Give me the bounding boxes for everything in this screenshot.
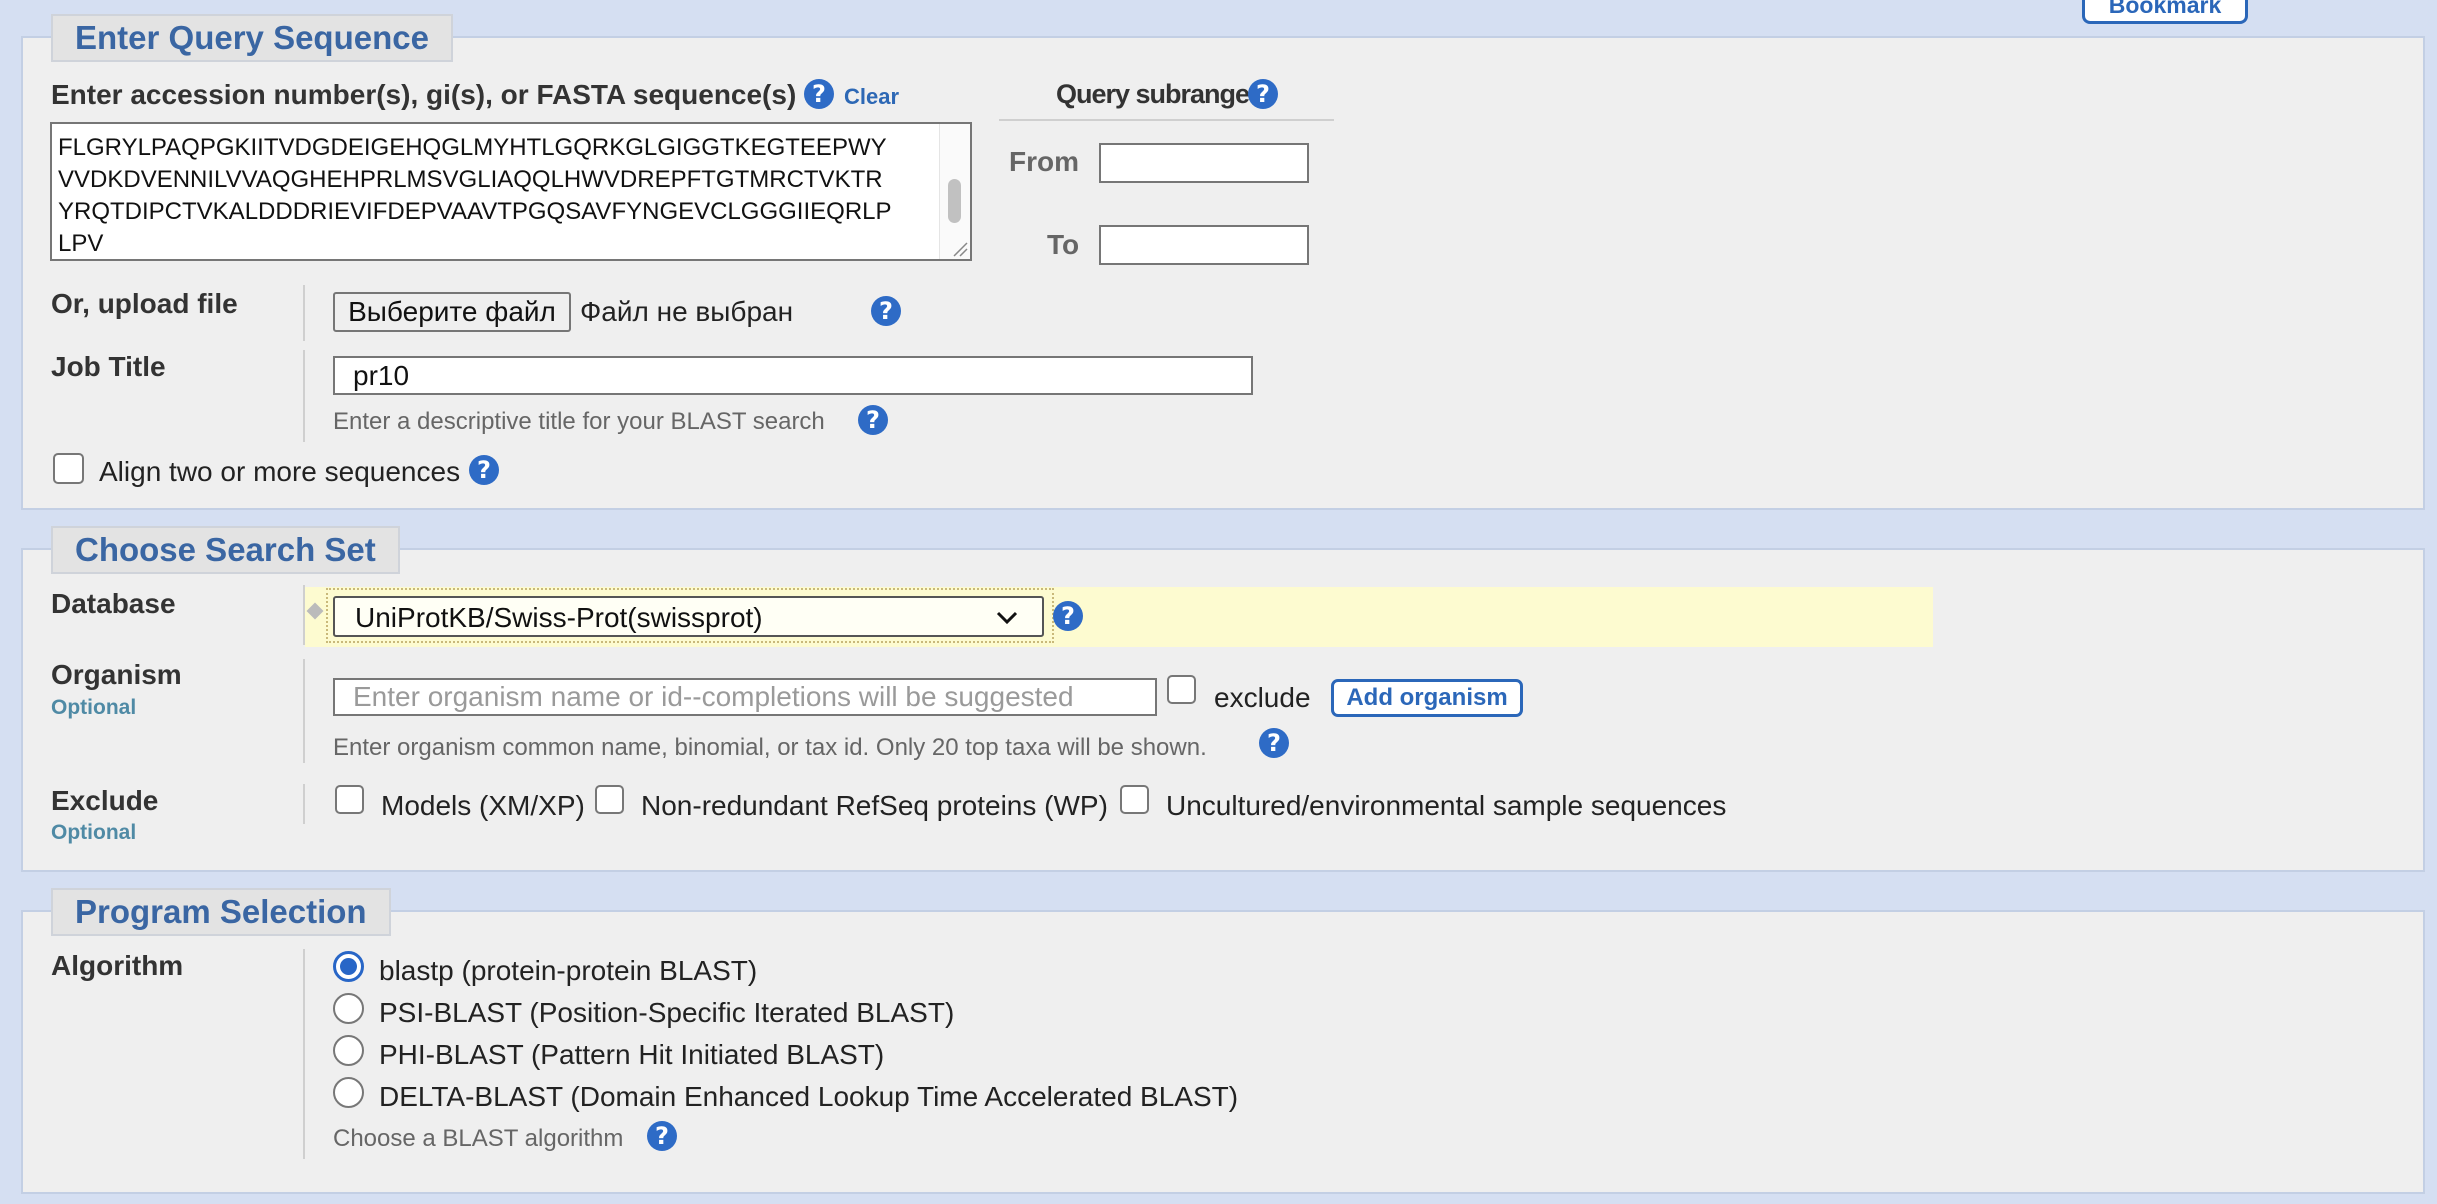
- organism-divider: [303, 659, 305, 763]
- organism-label: Organism: [51, 659, 182, 690]
- exclude-models-label: Models (XM/XP): [381, 790, 585, 821]
- database-label: Database: [51, 588, 176, 619]
- align-label: Align two or more sequences: [99, 456, 461, 487]
- from-label: From: [1009, 146, 1079, 177]
- subrange-divider: [999, 119, 1334, 121]
- blastp-radio[interactable]: [333, 951, 364, 982]
- job-title-hint: Enter a descriptive title for your BLAST…: [333, 408, 825, 435]
- exclude-uncultured-label: Uncultured/environmental sample sequence…: [1166, 790, 1727, 821]
- search-set-legend: Choose Search Set: [51, 526, 400, 574]
- from-input[interactable]: [1099, 143, 1309, 183]
- resize-handle-icon[interactable]: [952, 241, 968, 257]
- choose-file-button[interactable]: Выберите файл: [333, 292, 571, 332]
- job-title-help-icon[interactable]: ?: [858, 405, 888, 435]
- clear-link[interactable]: Clear: [844, 84, 899, 110]
- delta-blast-radio[interactable]: [333, 1077, 364, 1108]
- file-status: Файл не выбран: [580, 296, 794, 327]
- algorithm-help-icon[interactable]: ?: [647, 1121, 677, 1151]
- upload-help-icon[interactable]: ?: [871, 296, 901, 326]
- subrange-title: Query subrange: [1056, 79, 1250, 109]
- sequence-line: VVDKDVENNILVVAQGHEHPRLMSVGLIAQQLHWVDREPF…: [58, 166, 883, 193]
- exclude-refseq-checkbox[interactable]: [595, 785, 624, 814]
- upload-divider: [303, 285, 305, 341]
- delta-blast-label: DELTA-BLAST (Domain Enhanced Lookup Time…: [379, 1081, 1239, 1112]
- job-title-divider: [303, 350, 305, 442]
- phi-blast-label: PHI-BLAST (Pattern Hit Initiated BLAST): [379, 1039, 885, 1070]
- phi-blast-radio[interactable]: [333, 1035, 364, 1066]
- align-checkbox[interactable]: [53, 453, 84, 484]
- algorithm-hint: Choose a BLAST algorithm: [333, 1125, 624, 1152]
- subrange-help-icon[interactable]: ?: [1248, 79, 1278, 109]
- query-legend: Enter Query Sequence: [51, 14, 453, 62]
- organism-help-icon[interactable]: ?: [1259, 728, 1289, 758]
- sequence-textarea[interactable]: FLGRYLPAQPGKIITVDGDEIGEHQGLMYHTLGQRKGLGI…: [50, 122, 972, 261]
- program-legend: Program Selection: [51, 888, 391, 936]
- sequence-label: Enter accession number(s), gi(s), or FAS…: [51, 79, 797, 110]
- sequence-line: YRQTDIPCTVKALDDDRIEVIFDEPVAAVTPGQSAVFYNG…: [58, 198, 892, 225]
- align-help-icon[interactable]: ?: [469, 455, 499, 485]
- blastp-label: blastp (protein-protein BLAST): [379, 955, 758, 986]
- exclude-models-checkbox[interactable]: [335, 785, 364, 814]
- exclude-optional: Optional: [51, 821, 137, 844]
- database-selected-value: UniProtKB/Swiss-Prot(swissprot): [355, 602, 763, 633]
- to-input[interactable]: [1099, 225, 1309, 265]
- psi-blast-radio[interactable]: [333, 993, 364, 1024]
- exclude-divider: [303, 784, 305, 824]
- exclude-organism-checkbox[interactable]: [1167, 675, 1196, 704]
- exclude-uncultured-checkbox[interactable]: [1120, 785, 1149, 814]
- add-organism-button[interactable]: Add organism: [1331, 679, 1523, 717]
- job-title-label: Job Title: [51, 351, 166, 382]
- organism-optional: Optional: [51, 696, 137, 719]
- database-help-icon[interactable]: ?: [1053, 601, 1083, 631]
- organism-hint: Enter organism common name, binomial, or…: [333, 734, 1207, 761]
- chevron-down-icon: [996, 611, 1018, 625]
- algorithm-divider: [303, 949, 305, 1159]
- exclude-label: Exclude: [51, 785, 159, 816]
- exclude-organism-label: exclude: [1214, 682, 1311, 713]
- exclude-refseq-label: Non-redundant RefSeq proteins (WP): [641, 790, 1108, 821]
- algorithm-label: Algorithm: [51, 950, 184, 981]
- to-label: To: [1047, 229, 1080, 260]
- upload-label: Or, upload file: [51, 288, 238, 319]
- sequence-line: FLGRYLPAQPGKIITVDGDEIGEHQGLMYHTLGQRKGLGI…: [58, 134, 887, 161]
- organism-input[interactable]: Enter organism name or id--completions w…: [333, 678, 1157, 716]
- database-select[interactable]: UniProtKB/Swiss-Prot(swissprot): [333, 596, 1044, 637]
- job-title-input[interactable]: pr10: [333, 356, 1253, 395]
- bookmark-button[interactable]: Bookmark: [2082, 0, 2248, 24]
- psi-blast-label: PSI-BLAST (Position-Specific Iterated BL…: [379, 997, 955, 1028]
- textarea-scrollbar[interactable]: [939, 124, 970, 259]
- sequence-help-icon[interactable]: ?: [804, 79, 834, 109]
- sequence-line: LPV: [58, 230, 104, 257]
